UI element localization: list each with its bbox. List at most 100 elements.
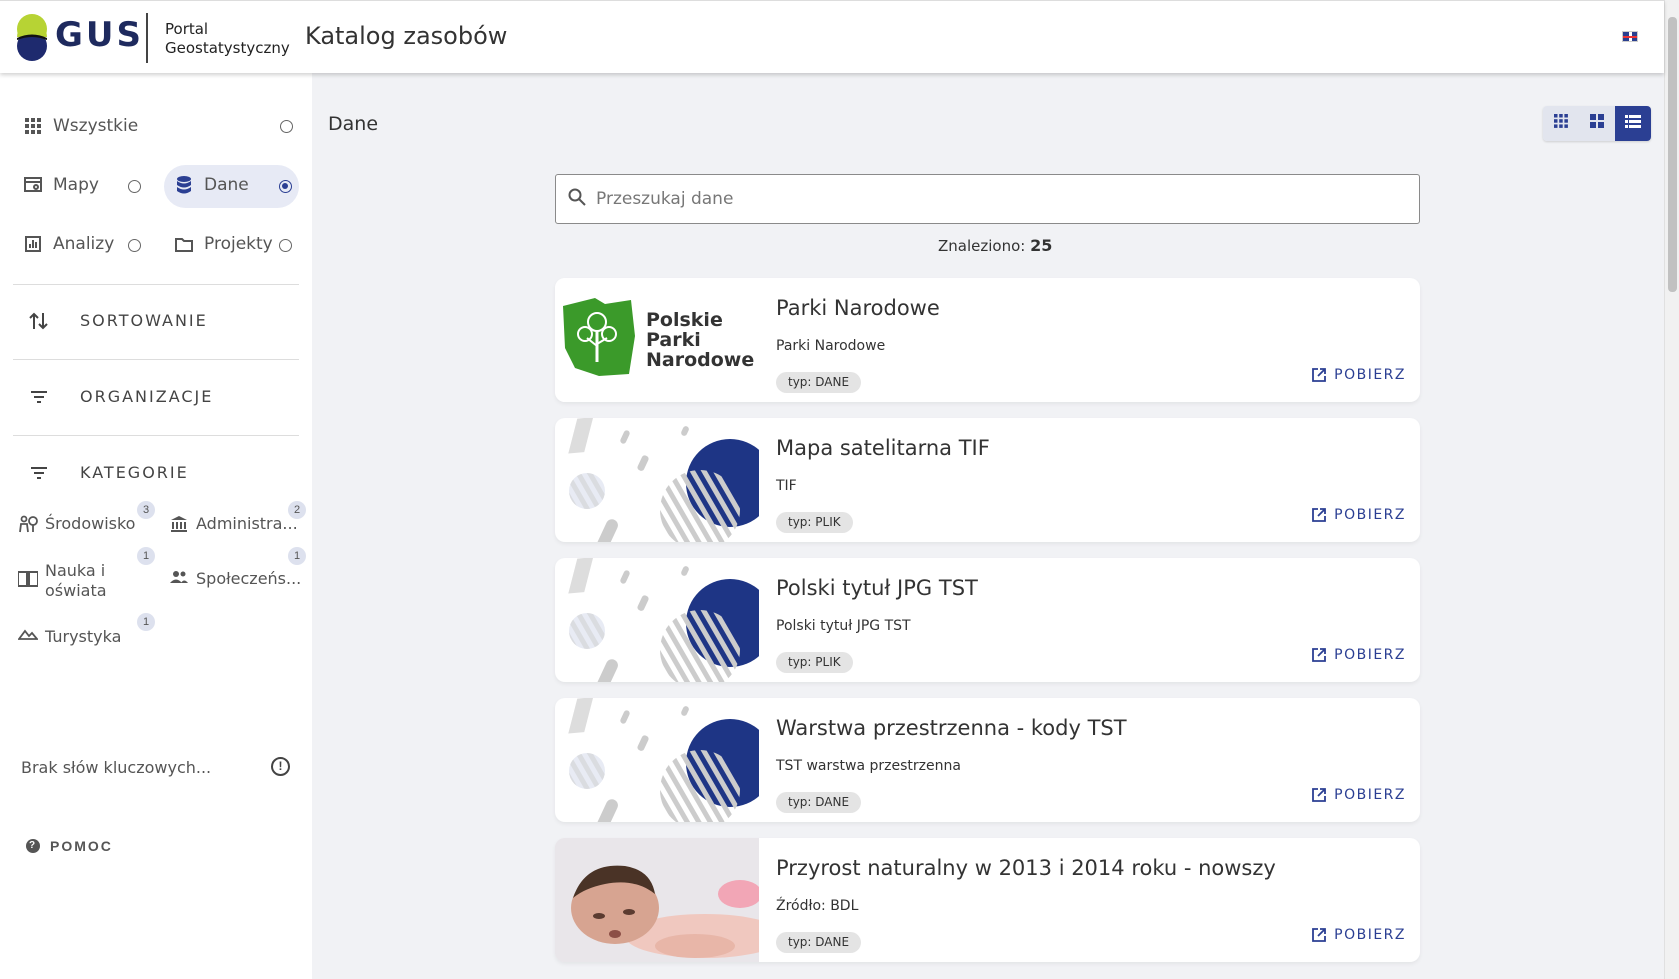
institution-icon	[168, 515, 190, 533]
card-thumbnail	[555, 558, 759, 682]
category-science-line2: oświata	[45, 581, 107, 600]
type-data-label: Dane	[204, 175, 249, 195]
folder-icon	[174, 234, 194, 254]
parks-logo-text: Polskie Parki Narodowe	[646, 310, 754, 370]
portal-line-2: Geostatystyczny	[165, 39, 290, 57]
sort-section[interactable]: SORTOWANIE	[0, 311, 208, 330]
download-label: POBIERZ	[1334, 927, 1406, 943]
sidebar: Wszystkie Mapy Dane Analizy Projekty SOR…	[0, 73, 312, 979]
download-button[interactable]: POBIERZ	[1312, 367, 1406, 383]
filter-icon	[28, 466, 50, 479]
card-title[interactable]: Polski tytuł JPG TST	[776, 576, 978, 600]
download-label: POBIERZ	[1334, 787, 1406, 803]
category-tourism-label: Turystyka	[45, 627, 122, 646]
type-all-label: Wszystkie	[53, 116, 139, 136]
database-icon	[174, 175, 194, 195]
page-title: Katalog zasobów	[305, 22, 508, 50]
download-button[interactable]: POBIERZ	[1312, 647, 1406, 663]
chart-icon	[23, 234, 43, 254]
card-subtitle: TST warstwa przestrzenna	[776, 758, 961, 774]
category-society[interactable]: Społeczeńs...	[168, 569, 301, 589]
portal-line-1: Portal	[165, 20, 209, 38]
portal-name: Portal Geostatystyczny	[165, 20, 290, 58]
card-subtitle: TIF	[776, 478, 797, 494]
card-type-tag: typ: DANE	[776, 792, 862, 813]
category-tourism[interactable]: Turystyka	[17, 627, 121, 647]
landscape-icon	[17, 628, 39, 640]
keywords-placeholder: Brak słów kluczowych...	[21, 758, 212, 777]
external-link-icon	[1312, 368, 1327, 382]
type-data[interactable]: Dane	[174, 175, 249, 195]
categories-label: KATEGORIE	[80, 463, 189, 482]
categories-section[interactable]: KATEGORIE	[0, 463, 189, 482]
card-type-tag: typ: PLIK	[776, 652, 853, 673]
view-list-button[interactable]	[1615, 106, 1651, 141]
card-title[interactable]: Parki Narodowe	[776, 296, 940, 320]
card-type-tag: typ: DANE	[776, 372, 862, 393]
divider	[13, 284, 299, 285]
organizations-section[interactable]: ORGANIZACJE	[0, 387, 213, 406]
logo-text[interactable]: GUS	[55, 15, 144, 55]
download-button[interactable]: POBIERZ	[1312, 787, 1406, 803]
resource-card[interactable]: Mapa satelitarna TIF TIF typ: PLIK POBIE…	[555, 418, 1420, 542]
category-count-badge: 1	[288, 547, 306, 565]
nature-people-icon	[17, 515, 39, 533]
category-count-badge: 1	[137, 613, 155, 631]
en-flag-icon[interactable]	[1622, 31, 1638, 42]
category-environment[interactable]: Środowisko	[17, 514, 135, 534]
download-button[interactable]: POBIERZ	[1312, 507, 1406, 523]
scrollbar-thumb[interactable]	[1668, 17, 1677, 292]
page-scrollbar[interactable]	[1664, 0, 1679, 979]
category-science-label: Nauka i oświata	[45, 561, 107, 601]
category-science[interactable]: Nauka i oświata	[17, 561, 107, 601]
sort-arrows-icon	[28, 312, 50, 330]
type-projects[interactable]: Projekty	[174, 234, 273, 254]
download-button[interactable]: POBIERZ	[1312, 927, 1406, 943]
found-count: 25	[1030, 236, 1053, 255]
resource-card[interactable]: Polskie Parki Narodowe Parki Narodowe Pa…	[555, 278, 1420, 402]
view-large-grid-button[interactable]	[1579, 106, 1615, 141]
type-all[interactable]: Wszystkie	[23, 116, 138, 136]
view-toggle	[1543, 106, 1651, 141]
resource-card[interactable]: Warstwa przestrzenna - kody TST TST wars…	[555, 698, 1420, 822]
card-title[interactable]: Warstwa przestrzenna - kody TST	[776, 716, 1127, 740]
type-all-radio[interactable]	[280, 120, 293, 133]
map-icon	[23, 175, 43, 195]
category-environment-label: Środowisko	[45, 514, 136, 533]
type-analyses[interactable]: Analizy	[23, 234, 114, 254]
type-analyses-label: Analizy	[53, 234, 115, 254]
info-icon[interactable]: !	[271, 757, 290, 776]
card-title[interactable]: Mapa satelitarna TIF	[776, 436, 990, 460]
organizations-label: ORGANIZACJE	[80, 387, 214, 406]
type-analyses-radio[interactable]	[128, 239, 141, 252]
external-link-icon	[1312, 788, 1327, 802]
people-icon	[168, 570, 190, 584]
baby-photo-icon	[555, 838, 759, 962]
logo-divider	[146, 13, 148, 63]
type-maps-radio[interactable]	[128, 180, 141, 193]
card-title[interactable]: Przyrost naturalny w 2013 i 2014 roku - …	[776, 856, 1276, 880]
help-label: POMOC	[50, 838, 113, 854]
download-label: POBIERZ	[1334, 647, 1406, 663]
book-icon	[17, 571, 39, 587]
type-projects-label: Projekty	[204, 234, 273, 254]
search-box	[555, 174, 1420, 224]
divider	[13, 435, 299, 436]
resource-card[interactable]: Przyrost naturalny w 2013 i 2014 roku - …	[555, 838, 1420, 962]
type-data-radio[interactable]	[279, 180, 292, 193]
category-count-badge: 2	[288, 501, 306, 519]
resource-card[interactable]: Polski tytuł JPG TST Polski tytuł JPG TS…	[555, 558, 1420, 682]
external-link-icon	[1312, 648, 1327, 662]
card-subtitle: Źródło: BDL	[776, 898, 859, 914]
type-projects-radio[interactable]	[279, 239, 292, 252]
view-small-grid-button[interactable]	[1543, 106, 1579, 141]
card-thumbnail: Polskie Parki Narodowe	[555, 278, 759, 402]
help-link[interactable]: ? POMOC	[26, 838, 113, 854]
category-administration[interactable]: Administra...	[168, 514, 298, 534]
parks-logo-line1: Polskie	[646, 309, 723, 331]
card-thumbnail	[555, 698, 759, 822]
type-maps[interactable]: Mapy	[23, 175, 99, 195]
results-count: Znaleziono: 25	[938, 236, 1052, 255]
help-icon: ?	[26, 839, 40, 853]
search-input[interactable]	[596, 189, 1376, 209]
